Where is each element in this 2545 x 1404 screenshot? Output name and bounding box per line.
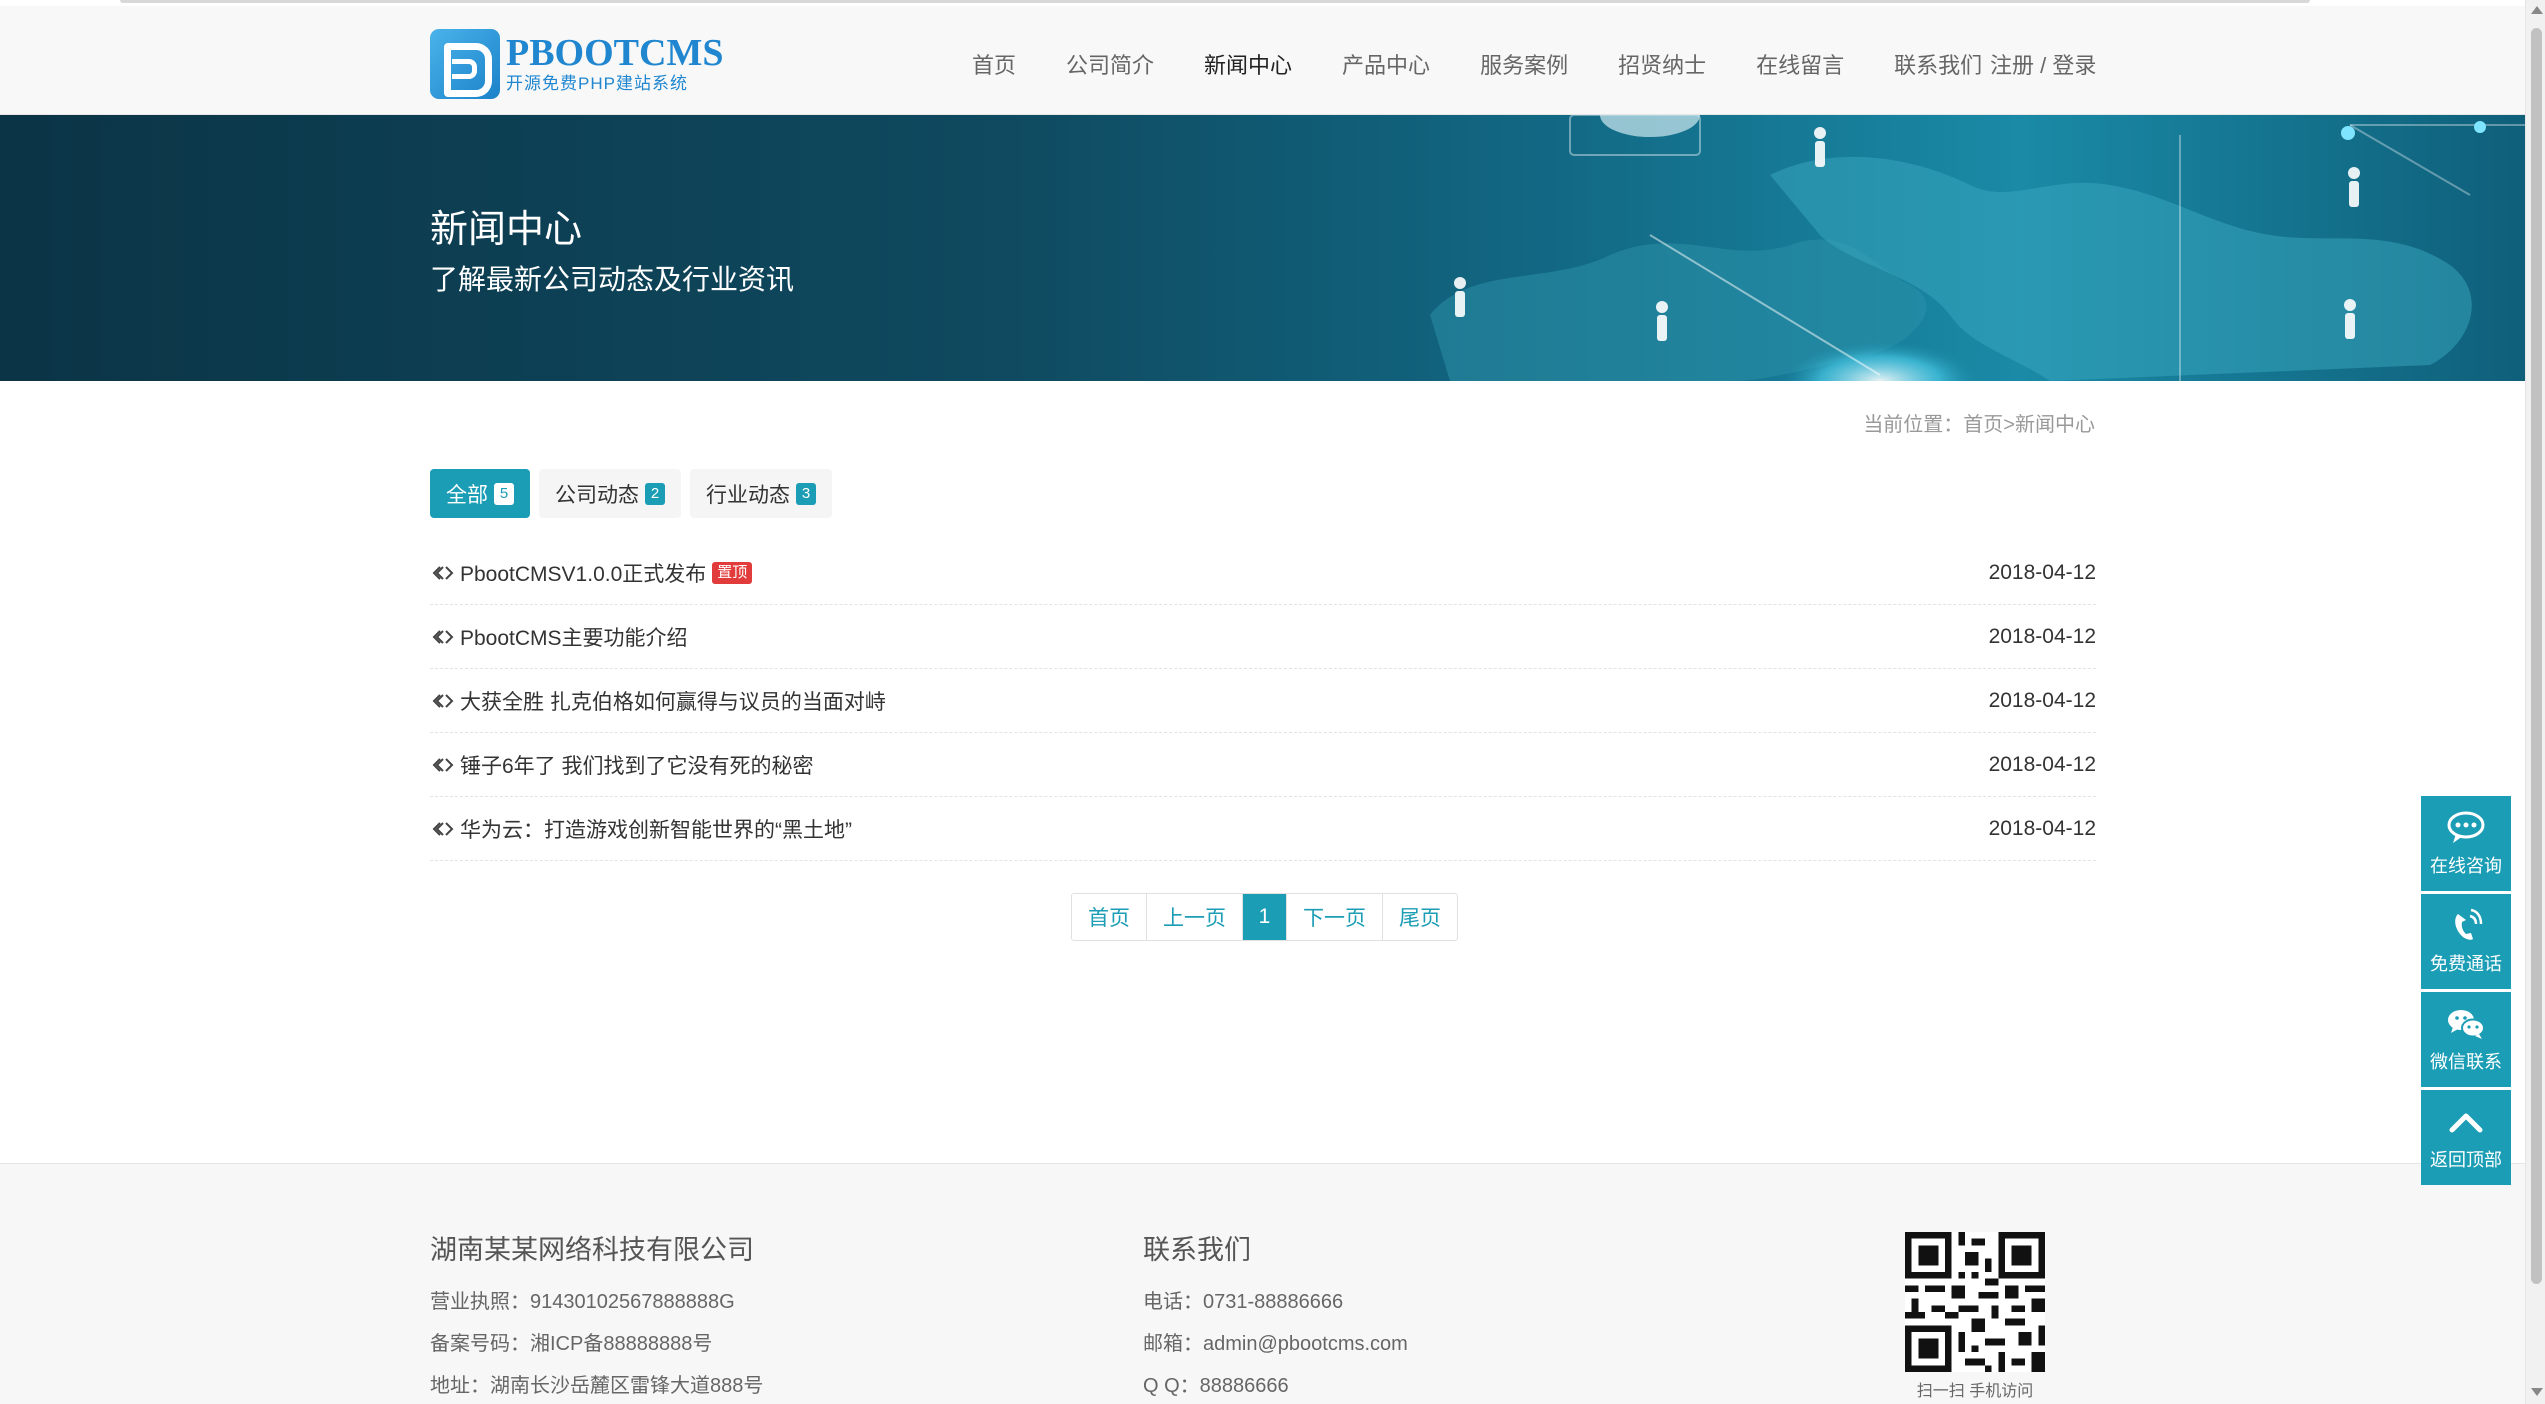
double-arrow-icon [432, 629, 454, 644]
nav-cases[interactable]: 服务案例 [1468, 46, 1580, 86]
nav-contact[interactable]: 联系我们 [1882, 46, 1994, 86]
address: 地址：湖南长沙岳麓区雷锋大道888号 [430, 1375, 764, 1397]
icp-number[interactable]: 备案号码：湘ICP备88888888号 [430, 1323, 763, 1365]
news-date: 2018-04-12 [1988, 560, 2096, 584]
pinned-badge: 置顶 [712, 561, 753, 584]
business-license: 营业执照：91430102567888888G [430, 1291, 735, 1313]
qr-caption: 扫一扫 手机访问 [1916, 1383, 2034, 1400]
scroll-down-arrow[interactable] [2531, 1388, 2543, 1396]
news-title-wrap: PbootCMSV1.0.0正式发布 置顶 [430, 558, 753, 588]
news-date: 2018-04-12 [1988, 752, 2096, 776]
float-label: 微信联系 [2430, 1051, 2502, 1072]
breadcrumb: 当前位置：首页>新闻中心 [1863, 414, 2095, 436]
list-item[interactable]: 锤子6年了 我们找到了它没有死的秘密 2018-04-12 [430, 733, 2096, 797]
tab-label: 公司动态 [555, 483, 639, 507]
scrollbar[interactable] [2525, 0, 2545, 1404]
logo[interactable]: PBOOTCMS 开源免费PHP建站系统 [430, 28, 723, 100]
qq: Q Q：88886666 [1143, 1375, 1289, 1397]
news-title-wrap: PbootCMS主要功能介绍 [430, 622, 688, 652]
news-list: PbootCMSV1.0.0正式发布 置顶 2018-04-12 PbootCM… [430, 541, 2096, 861]
news-title[interactable]: PbootCMS主要功能介绍 [460, 622, 688, 652]
double-arrow-icon [432, 565, 454, 580]
footer-contact: 联系我们 电话：0731-88886666 邮箱：admin@pbootcms.… [1143, 1228, 1408, 1404]
page: PBOOTCMS 开源免费PHP建站系统 首页 公司简介 新闻中心 产品中心 服… [0, 0, 2545, 1404]
double-arrow-icon [432, 757, 454, 772]
float-label: 在线咨询 [2430, 855, 2502, 876]
site-footer: 湖南某某网络科技有限公司 营业执照：91430102567888888G 备案号… [0, 1163, 2525, 1404]
email[interactable]: 邮箱：admin@pbootcms.com [1143, 1323, 1408, 1365]
wechat-contact-button[interactable]: 微信联系 [2421, 992, 2511, 1087]
banner: 新闻中心 了解最新公司动态及行业资讯 [0, 115, 2525, 381]
qr-code-icon [1905, 1232, 2045, 1372]
tab-count-badge: 3 [796, 482, 816, 505]
phone: 电话：0731-88886666 [1143, 1291, 1344, 1313]
tab-industry-news[interactable]: 行业动态 3 [690, 469, 832, 518]
banner-subtitle: 了解最新公司动态及行业资讯 [430, 264, 795, 295]
double-arrow-icon [432, 821, 454, 836]
main-nav: 首页 公司简介 新闻中心 产品中心 服务案例 招贤纳士 在线留言 联系我们 [960, 46, 2020, 86]
news-title[interactable]: PbootCMSV1.0.0正式发布 [460, 558, 706, 588]
pager-first[interactable]: 首页 [1072, 894, 1147, 940]
tab-label: 行业动态 [706, 483, 790, 507]
wechat-icon [2448, 1009, 2485, 1039]
chevron-up-icon [2449, 1113, 2483, 1132]
list-item[interactable]: PbootCMS主要功能介绍 2018-04-12 [430, 605, 2096, 669]
news-title-wrap: 锤子6年了 我们找到了它没有死的秘密 [430, 750, 814, 780]
site-header: PBOOTCMS 开源免费PHP建站系统 首页 公司简介 新闻中心 产品中心 服… [0, 6, 2525, 115]
pager-next[interactable]: 下一页 [1287, 894, 1383, 940]
nav-jobs[interactable]: 招贤纳士 [1606, 46, 1718, 86]
category-tabs: 全部 5 公司动态 2 行业动态 3 [430, 469, 841, 518]
free-call-button[interactable]: 免费通话 [2421, 894, 2511, 989]
news-title[interactable]: 大获全胜 扎克伯格如何赢得与议员的当面对峙 [460, 686, 886, 716]
logo-text: PBOOTCMS 开源免费PHP建站系统 [506, 33, 723, 95]
nav-about[interactable]: 公司简介 [1054, 46, 1166, 86]
phone-icon [2455, 908, 2483, 940]
logo-subtitle: 开源免费PHP建站系统 [506, 74, 688, 93]
contact-title: 联系我们 [1143, 1235, 1251, 1265]
footer-company: 湖南某某网络科技有限公司 营业执照：91430102567888888G 备案号… [430, 1228, 763, 1404]
back-to-top-button[interactable]: 返回顶部 [2421, 1090, 2511, 1185]
scroll-up-arrow[interactable] [2531, 6, 2543, 14]
pager-current[interactable]: 1 [1243, 894, 1287, 940]
news-title-wrap: 大获全胜 扎克伯格如何赢得与议员的当面对峙 [430, 686, 886, 716]
logo-name: PBOOTCMS [506, 32, 724, 74]
news-title[interactable]: 锤子6年了 我们找到了它没有死的秘密 [460, 750, 814, 780]
tab-all[interactable]: 全部 5 [430, 469, 530, 518]
banner-title: 新闻中心 [430, 209, 583, 251]
comment-icon [2447, 811, 2485, 843]
list-item[interactable]: 大获全胜 扎克伯格如何赢得与议员的当面对峙 2018-04-12 [430, 669, 2096, 733]
top-border [120, 0, 2310, 3]
news-date: 2018-04-12 [1988, 624, 2096, 648]
news-date: 2018-04-12 [1988, 688, 2096, 712]
tab-count-badge: 5 [494, 482, 514, 505]
tab-count-badge: 2 [645, 482, 665, 505]
float-label: 免费通话 [2430, 953, 2502, 974]
nav-home[interactable]: 首页 [960, 46, 1028, 86]
news-date: 2018-04-12 [1988, 816, 2096, 840]
list-item[interactable]: PbootCMSV1.0.0正式发布 置顶 2018-04-12 [430, 541, 2096, 605]
nav-products[interactable]: 产品中心 [1330, 46, 1442, 86]
logo-icon [430, 29, 500, 99]
nav-message[interactable]: 在线留言 [1744, 46, 1856, 86]
online-consult-button[interactable]: 在线咨询 [2421, 796, 2511, 891]
double-arrow-icon [432, 693, 454, 708]
news-title[interactable]: 华为云：打造游戏创新智能世界的“黑土地” [460, 814, 852, 844]
pagination: 首页 上一页 1 下一页 尾页 [1071, 893, 1458, 941]
list-item[interactable]: 华为云：打造游戏创新智能世界的“黑土地” 2018-04-12 [430, 797, 2096, 861]
float-label: 返回顶部 [2430, 1149, 2502, 1170]
tab-label: 全部 [446, 483, 488, 507]
news-title-wrap: 华为云：打造游戏创新智能世界的“黑土地” [430, 814, 852, 844]
tab-company-news[interactable]: 公司动态 2 [539, 469, 681, 518]
nav-news[interactable]: 新闻中心 [1192, 46, 1304, 86]
scroll-thumb[interactable] [2531, 28, 2542, 1284]
floating-contact-bar: 在线咨询 免费通话 微信联系 返回顶部 [2421, 796, 2511, 1188]
login-link[interactable]: 注册 / 登录 [1990, 46, 2096, 86]
pager-last[interactable]: 尾页 [1383, 894, 1457, 940]
company-name: 湖南某某网络科技有限公司 [430, 1235, 754, 1265]
banner-world-map-image [1430, 115, 2525, 381]
pager-prev[interactable]: 上一页 [1147, 894, 1243, 940]
